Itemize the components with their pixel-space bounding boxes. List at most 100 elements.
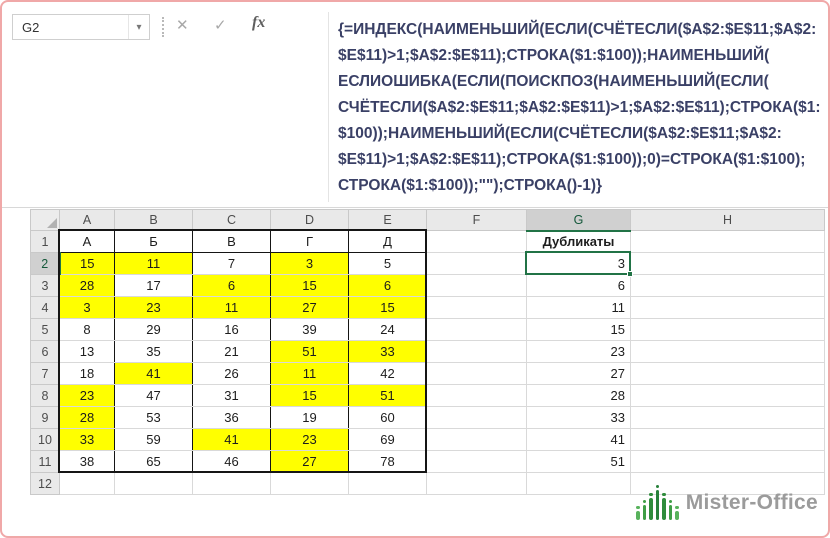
cell-B7[interactable]: 41 xyxy=(115,363,193,385)
name-box-dropdown-icon[interactable]: ▾ xyxy=(128,15,149,39)
column-header-A[interactable]: A xyxy=(60,210,115,231)
fill-handle[interactable] xyxy=(627,271,633,277)
insert-function-icon[interactable]: fx xyxy=(252,14,265,32)
cell-F7[interactable] xyxy=(427,363,527,385)
cell-H4[interactable] xyxy=(631,297,825,319)
cell-H10[interactable] xyxy=(631,429,825,451)
row-header-5[interactable]: 5 xyxy=(31,319,60,341)
row-header-8[interactable]: 8 xyxy=(31,385,60,407)
cell-D1[interactable]: Г xyxy=(271,231,349,253)
cell-A5[interactable]: 8 xyxy=(60,319,115,341)
cell-E5[interactable]: 24 xyxy=(349,319,427,341)
cell-D5[interactable]: 39 xyxy=(271,319,349,341)
cell-F5[interactable] xyxy=(427,319,527,341)
cell-B6[interactable]: 35 xyxy=(115,341,193,363)
row-header-7[interactable]: 7 xyxy=(31,363,60,385)
cell-A1[interactable]: А xyxy=(60,231,115,253)
cell-B1[interactable]: Б xyxy=(115,231,193,253)
cell-G3[interactable]: 6 xyxy=(527,275,631,297)
cell-F10[interactable] xyxy=(427,429,527,451)
cell-E3[interactable]: 6 xyxy=(349,275,427,297)
formula-input[interactable]: {=ИНДЕКС(НАИМЕНЬШИЙ(ЕСЛИ(СЧЁТЕСЛИ($A$2:$… xyxy=(338,17,830,199)
row-header-9[interactable]: 9 xyxy=(31,407,60,429)
cell-C11[interactable]: 46 xyxy=(193,451,271,473)
cell-B5[interactable]: 29 xyxy=(115,319,193,341)
cell-B9[interactable]: 53 xyxy=(115,407,193,429)
cell-G7[interactable]: 27 xyxy=(527,363,631,385)
cell-H8[interactable] xyxy=(631,385,825,407)
cell-G1[interactable]: Дубликаты xyxy=(527,231,631,253)
cell-E6[interactable]: 33 xyxy=(349,341,427,363)
cell-E8[interactable]: 51 xyxy=(349,385,427,407)
cell-F12[interactable] xyxy=(427,473,527,495)
cell-C6[interactable]: 21 xyxy=(193,341,271,363)
row-header-12[interactable]: 12 xyxy=(31,473,60,495)
cell-G2[interactable]: 3 xyxy=(527,253,631,275)
column-header-H[interactable]: H xyxy=(631,210,825,231)
cell-F4[interactable] xyxy=(427,297,527,319)
cell-A7[interactable]: 18 xyxy=(60,363,115,385)
cell-C5[interactable]: 16 xyxy=(193,319,271,341)
cell-G11[interactable]: 51 xyxy=(527,451,631,473)
cell-B10[interactable]: 59 xyxy=(115,429,193,451)
cell-D11[interactable]: 27 xyxy=(271,451,349,473)
row-header-3[interactable]: 3 xyxy=(31,275,60,297)
cancel-icon[interactable]: ✕ xyxy=(176,16,189,34)
cell-A12[interactable] xyxy=(60,473,115,495)
cell-C1[interactable]: В xyxy=(193,231,271,253)
cell-C12[interactable] xyxy=(193,473,271,495)
cell-E1[interactable]: Д xyxy=(349,231,427,253)
cell-C4[interactable]: 11 xyxy=(193,297,271,319)
enter-icon[interactable]: ✓ xyxy=(214,16,227,34)
cell-E9[interactable]: 60 xyxy=(349,407,427,429)
cell-A3[interactable]: 28 xyxy=(60,275,115,297)
cell-C10[interactable]: 41 xyxy=(193,429,271,451)
row-header-4[interactable]: 4 xyxy=(31,297,60,319)
cell-B3[interactable]: 17 xyxy=(115,275,193,297)
cell-H7[interactable] xyxy=(631,363,825,385)
cell-G12[interactable] xyxy=(527,473,631,495)
cell-G9[interactable]: 33 xyxy=(527,407,631,429)
cell-A11[interactable]: 38 xyxy=(60,451,115,473)
row-header-6[interactable]: 6 xyxy=(31,341,60,363)
row-header-10[interactable]: 10 xyxy=(31,429,60,451)
cell-G5[interactable]: 15 xyxy=(527,319,631,341)
cell-E4[interactable]: 15 xyxy=(349,297,427,319)
cell-F2[interactable] xyxy=(427,253,527,275)
cell-A9[interactable]: 28 xyxy=(60,407,115,429)
cell-G10[interactable]: 41 xyxy=(527,429,631,451)
cell-B2[interactable]: 11 xyxy=(115,253,193,275)
cell-D9[interactable]: 19 xyxy=(271,407,349,429)
column-header-G[interactable]: G xyxy=(527,210,631,231)
cell-C8[interactable]: 31 xyxy=(193,385,271,407)
cell-H3[interactable] xyxy=(631,275,825,297)
cell-C3[interactable]: 6 xyxy=(193,275,271,297)
cell-H5[interactable] xyxy=(631,319,825,341)
cell-E12[interactable] xyxy=(349,473,427,495)
cell-E7[interactable]: 42 xyxy=(349,363,427,385)
cell-E11[interactable]: 78 xyxy=(349,451,427,473)
cell-E10[interactable]: 69 xyxy=(349,429,427,451)
cell-A2[interactable]: 15 xyxy=(60,253,115,275)
cell-F9[interactable] xyxy=(427,407,527,429)
column-header-D[interactable]: D xyxy=(271,210,349,231)
cell-F1[interactable] xyxy=(427,231,527,253)
cell-A8[interactable]: 23 xyxy=(60,385,115,407)
cell-D12[interactable] xyxy=(271,473,349,495)
select-all-corner[interactable] xyxy=(31,210,60,231)
cell-G6[interactable]: 23 xyxy=(527,341,631,363)
cell-C2[interactable]: 7 xyxy=(193,253,271,275)
cell-F11[interactable] xyxy=(427,451,527,473)
cell-D4[interactable]: 27 xyxy=(271,297,349,319)
cell-H9[interactable] xyxy=(631,407,825,429)
cell-B11[interactable]: 65 xyxy=(115,451,193,473)
cell-C9[interactable]: 36 xyxy=(193,407,271,429)
cell-F3[interactable] xyxy=(427,275,527,297)
row-header-11[interactable]: 11 xyxy=(31,451,60,473)
cell-F8[interactable] xyxy=(427,385,527,407)
cell-H2[interactable] xyxy=(631,253,825,275)
cell-D2[interactable]: 3 xyxy=(271,253,349,275)
cell-H1[interactable] xyxy=(631,231,825,253)
cell-B4[interactable]: 23 xyxy=(115,297,193,319)
cell-G4[interactable]: 11 xyxy=(527,297,631,319)
